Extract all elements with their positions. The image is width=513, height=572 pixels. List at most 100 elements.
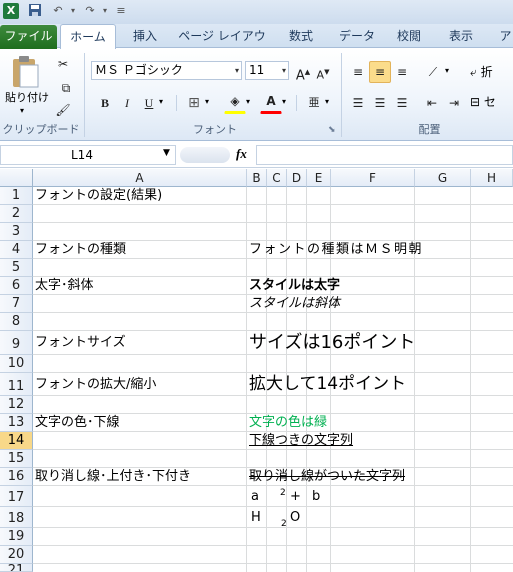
- row-header[interactable]: 10: [0, 355, 33, 373]
- cell-b7[interactable]: スタイルは斜体: [249, 296, 340, 312]
- tab-review[interactable]: 校閲: [395, 24, 423, 48]
- row-header[interactable]: 11: [0, 373, 33, 396]
- chevron-down-icon[interactable]: ▾: [282, 62, 286, 79]
- tab-home[interactable]: ホーム: [60, 24, 116, 50]
- align-bottom-icon[interactable]: ≡: [391, 61, 413, 83]
- cell-a4[interactable]: フォントの種類: [35, 242, 126, 258]
- copy-icon[interactable]: ⧉: [52, 77, 80, 99]
- redo-dropdown-icon[interactable]: ▾: [97, 3, 113, 19]
- fill-color-dropdown-icon[interactable]: ▾: [246, 97, 250, 106]
- redo-icon[interactable]: ↷: [82, 3, 98, 19]
- paste-icon[interactable]: [8, 55, 42, 89]
- orientation-dropdown-icon[interactable]: ▾: [445, 66, 449, 75]
- column-header[interactable]: C: [267, 169, 287, 187]
- row-header[interactable]: 19: [0, 528, 33, 546]
- font-color-button[interactable]: A: [260, 92, 282, 114]
- tab-data[interactable]: データ: [338, 24, 376, 48]
- row-header[interactable]: 20: [0, 546, 33, 564]
- cell-b6[interactable]: スタイルは太字: [249, 278, 340, 294]
- grow-font-button[interactable]: A▲: [293, 61, 313, 83]
- chevron-down-icon[interactable]: ▾: [235, 62, 239, 79]
- formula-bar-divider-handle[interactable]: [180, 147, 230, 163]
- cell-d18[interactable]: O: [290, 510, 300, 526]
- wrap-text-button[interactable]: ⤶ 折: [470, 63, 513, 81]
- undo-icon[interactable]: ↶: [50, 3, 66, 19]
- column-header[interactable]: D: [287, 169, 307, 187]
- row-header[interactable]: 12: [0, 396, 33, 414]
- row-header[interactable]: 7: [0, 295, 33, 313]
- cell-b4[interactable]: フォントの種類はＭＳ明朝: [249, 242, 423, 258]
- row-header[interactable]: 9: [0, 331, 33, 355]
- underline-button[interactable]: U: [139, 92, 159, 114]
- font-name-combo[interactable]: ＭＳ Ｐゴシック ▾: [91, 61, 242, 80]
- cell-b18[interactable]: H: [251, 510, 261, 526]
- column-header[interactable]: G: [415, 169, 471, 187]
- italic-button[interactable]: I: [117, 92, 137, 114]
- cell-b17[interactable]: a: [251, 489, 259, 505]
- cell-c18-subscript[interactable]: 2: [281, 516, 287, 532]
- row-header[interactable]: 4: [0, 241, 33, 259]
- cell-b14[interactable]: 下線つきの文字列: [249, 433, 353, 449]
- row-header[interactable]: 1: [0, 187, 33, 205]
- font-size-combo[interactable]: 11 ▾: [245, 61, 289, 80]
- dialog-launcher-icon[interactable]: ⬊: [328, 125, 336, 135]
- align-top-icon[interactable]: ≡: [347, 61, 369, 83]
- cell-d17[interactable]: +: [290, 489, 301, 505]
- row-header[interactable]: 6: [0, 277, 33, 295]
- cell-a11[interactable]: フォントの拡大/縮小: [35, 377, 156, 393]
- column-header[interactable]: E: [307, 169, 331, 187]
- cell-a1[interactable]: フォントの設定(結果): [35, 188, 162, 204]
- cell-a13[interactable]: 文字の色･下線: [35, 415, 120, 431]
- paste-button[interactable]: 貼り付け: [4, 91, 50, 105]
- row-header[interactable]: 13: [0, 414, 33, 432]
- tab-formulas[interactable]: 数式: [284, 24, 318, 48]
- font-color-dropdown-icon[interactable]: ▾: [282, 97, 286, 106]
- borders-icon[interactable]: ⊞: [183, 92, 205, 114]
- insert-function-button[interactable]: fx: [236, 146, 254, 162]
- row-header[interactable]: 21: [0, 564, 33, 572]
- row-header-selected[interactable]: 14: [0, 432, 33, 450]
- tab-insert[interactable]: 挿入: [130, 24, 160, 48]
- row-header[interactable]: 16: [0, 468, 33, 486]
- column-header[interactable]: B: [247, 169, 267, 187]
- row-header[interactable]: 15: [0, 450, 33, 468]
- customize-icon[interactable]: ≡: [113, 3, 129, 19]
- select-all-button[interactable]: [0, 169, 33, 187]
- phonetic-button[interactable]: 亜: [303, 92, 325, 114]
- underline-dropdown-icon[interactable]: ▾: [159, 97, 163, 106]
- tab-addins[interactable]: ア: [498, 24, 513, 48]
- cell-e17[interactable]: b: [312, 489, 320, 505]
- shrink-font-button[interactable]: A▼: [313, 61, 333, 83]
- cut-icon[interactable]: ✂: [52, 53, 74, 75]
- cell-a16[interactable]: 取り消し線･上付き･下付き: [35, 469, 191, 485]
- row-header[interactable]: 3: [0, 223, 33, 241]
- cell-b9[interactable]: サイズは16ポイント: [249, 332, 415, 354]
- align-left-icon[interactable]: ☰: [347, 92, 369, 114]
- column-header[interactable]: F: [331, 169, 415, 187]
- save-icon[interactable]: [27, 3, 43, 19]
- fill-color-icon[interactable]: ◈: [224, 92, 246, 114]
- align-right-icon[interactable]: ☰: [391, 92, 413, 114]
- decrease-indent-icon[interactable]: ⇤: [421, 92, 443, 114]
- format-painter-icon[interactable]: 🖌: [52, 99, 74, 121]
- bold-button[interactable]: B: [95, 92, 115, 114]
- cell-b16[interactable]: 取り消し線がついた文字列: [249, 469, 405, 485]
- borders-dropdown-icon[interactable]: ▾: [205, 97, 209, 106]
- column-header[interactable]: A: [33, 169, 247, 187]
- name-box[interactable]: L14 ▼: [0, 145, 176, 165]
- cell-b13[interactable]: 文字の色は緑: [249, 415, 327, 431]
- cell-a6[interactable]: 太字･斜体: [35, 278, 94, 294]
- align-middle-icon[interactable]: ≡: [369, 61, 391, 83]
- row-header[interactable]: 5: [0, 259, 33, 277]
- cell-a9[interactable]: フォントサイズ: [35, 335, 126, 351]
- undo-dropdown-icon[interactable]: ▾: [65, 3, 81, 19]
- excel-icon[interactable]: X: [3, 3, 19, 19]
- column-header[interactable]: H: [471, 169, 513, 187]
- increase-indent-icon[interactable]: ⇥: [443, 92, 465, 114]
- tab-view[interactable]: 表示: [446, 24, 476, 48]
- formula-input[interactable]: [256, 145, 513, 165]
- cell-b11[interactable]: 拡大して14ポイント: [249, 374, 406, 395]
- paste-dropdown-icon[interactable]: ▾: [20, 106, 24, 115]
- chevron-down-icon[interactable]: ▼: [163, 148, 170, 158]
- worksheet-grid[interactable]: A B C D E F G H 1 2 3 4 5 6 7 8 9 10 11 …: [0, 169, 513, 572]
